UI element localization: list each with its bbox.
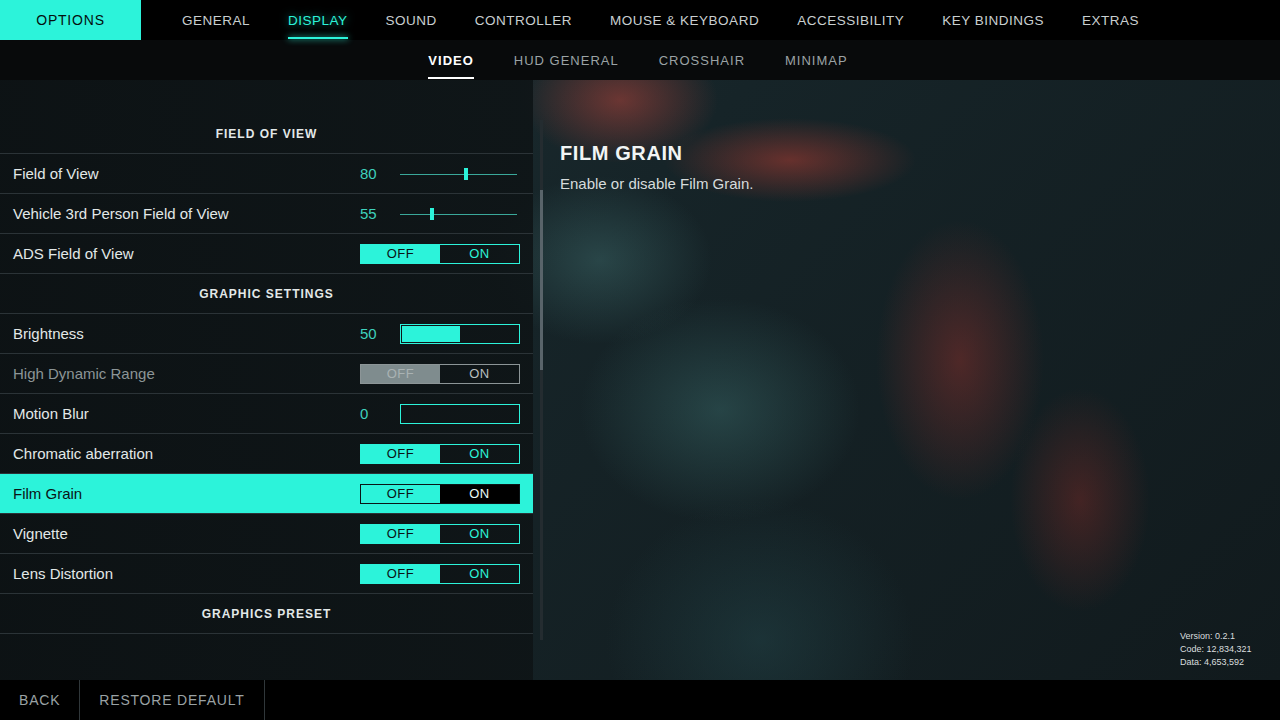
- slider-value: 55: [360, 205, 400, 222]
- tab[interactable]: CONTROLLER: [475, 0, 572, 40]
- setting-row[interactable]: Field of View80: [0, 154, 533, 194]
- toggle-control: OFFON: [360, 564, 520, 584]
- top-bar: OPTIONS GENERAL DISPLAY SOUND CONTROLLER MOUS…: [0, 0, 1280, 40]
- tab[interactable]: DISPLAY: [288, 0, 348, 40]
- bar-track[interactable]: [400, 324, 520, 344]
- version-line: Version: 0.2.1: [1180, 631, 1260, 642]
- bar-control: 0: [360, 404, 520, 424]
- settings-list: FIELD OF VIEWField of View80Vehicle 3rd …: [0, 80, 533, 680]
- toggle-option[interactable]: ON: [440, 525, 519, 543]
- toggle-option: OFF: [361, 365, 440, 383]
- tab[interactable]: KEY BINDINGS: [942, 0, 1044, 40]
- setting-row: High Dynamic RangeOFFON: [0, 354, 533, 394]
- footer-button[interactable]: RESTORE DEFAULT: [80, 680, 264, 720]
- tab[interactable]: EXTRAS: [1082, 0, 1139, 40]
- setting-label: Motion Blur: [13, 405, 360, 422]
- setting-label: ADS Field of View: [13, 245, 360, 262]
- subtab[interactable]: MINIMAP: [785, 40, 848, 80]
- setting-row[interactable]: Lens DistortionOFFON: [0, 554, 533, 594]
- setting-label: Vehicle 3rd Person Field of View: [13, 205, 360, 222]
- bar-control: 50: [360, 324, 520, 344]
- slider-thumb[interactable]: [464, 168, 468, 180]
- setting-label: Field of View: [13, 165, 360, 182]
- toggle-control: OFFON: [360, 444, 520, 464]
- section-header: FIELD OF VIEW: [0, 114, 533, 154]
- toggle-control: OFFON: [360, 484, 520, 504]
- slider-value: 80: [360, 165, 400, 182]
- section-header: GRAPHICS PRESET: [0, 594, 533, 634]
- toggle-option: ON: [440, 365, 519, 383]
- setting-label: Brightness: [13, 325, 360, 342]
- section-header: GRAPHIC SETTINGS: [0, 274, 533, 314]
- options-screen: OPTIONS GENERAL DISPLAY SOUND CONTROLLER MOUS…: [0, 0, 1280, 720]
- setting-label: Film Grain: [13, 485, 360, 502]
- subtab[interactable]: CROSSHAIR: [659, 40, 745, 80]
- slider-track[interactable]: [400, 168, 517, 180]
- slider-control: 55: [360, 205, 520, 222]
- version-info: Version: 0.2.1 Code: 12,834,321 Data: 4,65…: [1180, 631, 1260, 668]
- toggle-option[interactable]: OFF: [361, 245, 440, 263]
- toggle: OFFON: [360, 364, 520, 384]
- options-title: OPTIONS: [0, 0, 141, 40]
- toggle-option[interactable]: ON: [440, 565, 519, 583]
- toggle-option[interactable]: ON: [440, 245, 519, 263]
- subtab-bar: VIDEO HUD GENERAL CROSSHAIR MINIMAP: [0, 40, 1280, 80]
- setting-row[interactable]: Vehicle 3rd Person Field of View55: [0, 194, 533, 234]
- setting-row[interactable]: Motion Blur0: [0, 394, 533, 434]
- setting-row[interactable]: Film GrainOFFON: [0, 474, 533, 514]
- setting-row[interactable]: ADS Field of ViewOFFON: [0, 234, 533, 274]
- toggle[interactable]: OFFON: [360, 244, 520, 264]
- bottom-bar: BACKRESTORE DEFAULT: [0, 680, 1280, 720]
- tab[interactable]: MOUSE & KEYBOARD: [610, 0, 759, 40]
- toggle[interactable]: OFFON: [360, 524, 520, 544]
- setting-label: Chromatic aberration: [13, 445, 360, 462]
- toggle-option[interactable]: OFF: [361, 485, 440, 503]
- toggle-option[interactable]: OFF: [361, 565, 440, 583]
- setting-label: High Dynamic Range: [13, 365, 360, 382]
- setting-row[interactable]: Chromatic aberrationOFFON: [0, 434, 533, 474]
- main-area: FIELD OF VIEWField of View80Vehicle 3rd …: [0, 80, 1280, 680]
- bar-fill: [402, 326, 460, 342]
- toggle-option[interactable]: OFF: [361, 525, 440, 543]
- toggle-control: OFFON: [360, 524, 520, 544]
- subtab[interactable]: VIDEO: [428, 40, 473, 80]
- toggle-option[interactable]: OFF: [361, 445, 440, 463]
- detail-panel: FILM GRAIN Enable or disable Film Grain. V…: [543, 80, 1280, 680]
- tab[interactable]: GENERAL: [182, 0, 250, 40]
- toggle-option[interactable]: ON: [440, 485, 519, 503]
- bar-track[interactable]: [400, 404, 520, 424]
- tab-row: GENERAL DISPLAY SOUND CONTROLLER MOUSE & KEY…: [141, 0, 1139, 40]
- setting-row[interactable]: VignetteOFFON: [0, 514, 533, 554]
- bar-value: 0: [360, 405, 400, 422]
- tab[interactable]: SOUND: [386, 0, 437, 40]
- toggle-option[interactable]: ON: [440, 445, 519, 463]
- tab[interactable]: ACCESSIBILITY: [797, 0, 904, 40]
- slider-track[interactable]: [400, 208, 517, 220]
- toggle[interactable]: OFFON: [360, 564, 520, 584]
- detail-title: FILM GRAIN: [560, 142, 1260, 165]
- scrollbar-thumb[interactable]: [540, 190, 543, 370]
- subtab[interactable]: HUD GENERAL: [514, 40, 619, 80]
- toggle-control: OFFON: [360, 364, 520, 384]
- setting-row[interactable]: Brightness50: [0, 314, 533, 354]
- slider-control: 80: [360, 165, 520, 182]
- toggle-control: OFFON: [360, 244, 520, 264]
- slider-thumb[interactable]: [430, 208, 434, 220]
- detail-description: Enable or disable Film Grain.: [560, 175, 1260, 192]
- footer-button[interactable]: BACK: [0, 680, 80, 720]
- setting-label: Vignette: [13, 525, 360, 542]
- setting-label: Lens Distortion: [13, 565, 360, 582]
- toggle[interactable]: OFFON: [360, 484, 520, 504]
- version-line: Data: 4,653,592: [1180, 657, 1260, 668]
- bar-value: 50: [360, 325, 400, 342]
- toggle[interactable]: OFFON: [360, 444, 520, 464]
- version-line: Code: 12,834,321: [1180, 644, 1260, 655]
- scrollbar[interactable]: [540, 120, 543, 640]
